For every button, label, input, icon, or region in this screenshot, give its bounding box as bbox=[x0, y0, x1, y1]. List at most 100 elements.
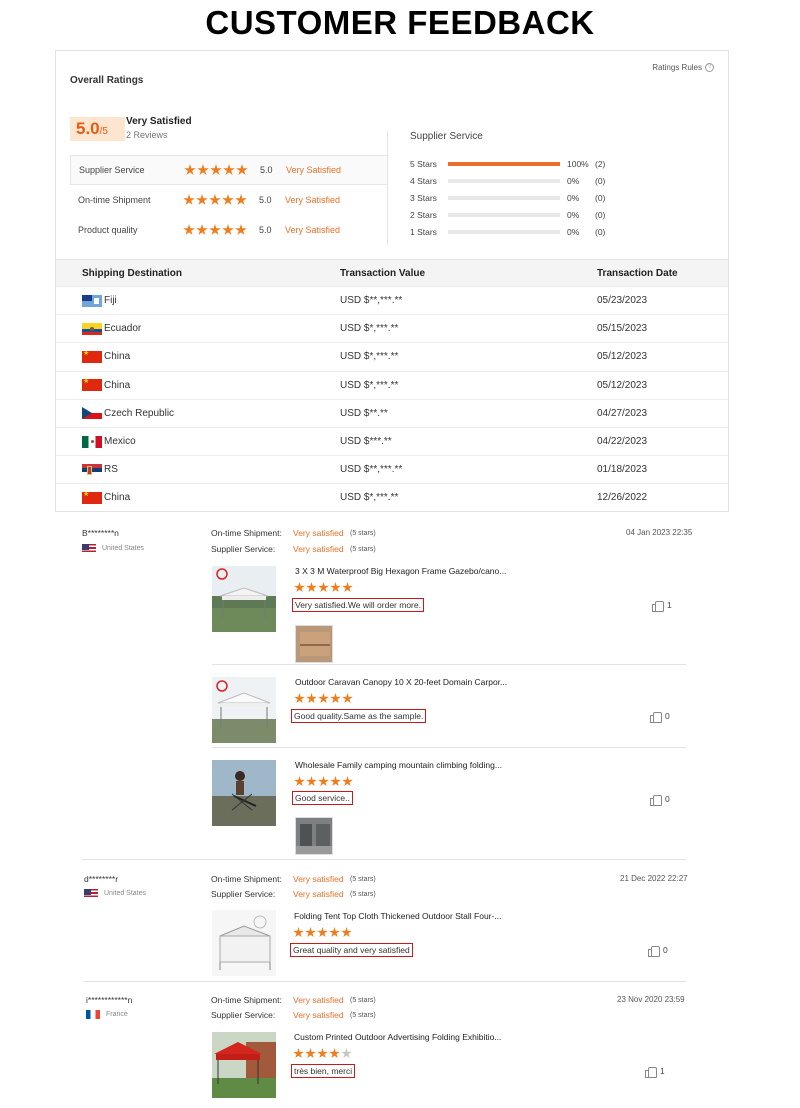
review-photo-image bbox=[296, 626, 332, 662]
product-title[interactable]: Outdoor Caravan Canopy 10 X 20-feet Doma… bbox=[295, 677, 507, 687]
like-button[interactable]: 0 bbox=[650, 794, 670, 806]
thumbs-up-icon bbox=[650, 711, 662, 723]
table-row: China USD $*,***.** 05/12/2023 bbox=[56, 370, 728, 399]
star-icon bbox=[293, 927, 304, 938]
like-button[interactable]: 1 bbox=[645, 1066, 665, 1078]
thumbs-up-icon bbox=[648, 945, 660, 957]
metric-row-product-quality: Product quality 5.0 Very Satisfied bbox=[70, 215, 388, 245]
shipment-stars: (5 stars) bbox=[350, 996, 376, 1004]
review-photo[interactable] bbox=[295, 625, 333, 663]
value-cell: USD $*,***.** bbox=[340, 492, 399, 504]
table-row: Fiji USD $**,***.** 05/23/2023 bbox=[56, 286, 728, 314]
like-button[interactable]: 0 bbox=[650, 711, 670, 723]
star-icon bbox=[196, 194, 208, 205]
product-title[interactable]: Wholesale Family camping mountain climbi… bbox=[295, 760, 502, 770]
star-icon bbox=[294, 582, 305, 593]
metric-label: Product quality bbox=[78, 225, 138, 235]
red-tent-image bbox=[212, 1032, 276, 1098]
ratings-rules-link[interactable]: Ratings Rules ? bbox=[652, 63, 714, 72]
star-icon bbox=[223, 164, 235, 175]
product-thumbnail[interactable] bbox=[212, 910, 276, 976]
overall-score-denominator: /5 bbox=[99, 126, 108, 137]
product-title[interactable]: 3 X 3 M Waterproof Big Hexagon Frame Gaz… bbox=[295, 566, 506, 576]
star-icon bbox=[341, 927, 352, 938]
reviewer-name: i************n bbox=[86, 995, 133, 1005]
star-icon bbox=[329, 1048, 340, 1059]
review-service-rating: Supplier Service: Very satisfied (5 stars) bbox=[211, 1010, 376, 1020]
like-count: 1 bbox=[667, 600, 672, 610]
destination-cell: Fiji bbox=[104, 295, 117, 307]
value-cell: USD $**,***.** bbox=[340, 295, 403, 307]
star-icon bbox=[235, 224, 247, 235]
dist-percent: 100% bbox=[567, 159, 589, 169]
dist-count: (0) bbox=[595, 193, 606, 203]
reviewer-name: d********r bbox=[84, 874, 119, 884]
star-icon bbox=[305, 1048, 316, 1059]
product-star-rating bbox=[293, 1048, 352, 1059]
review-photo-image bbox=[296, 818, 332, 854]
metric-text: Very Satisfied bbox=[285, 225, 341, 235]
metric-label: On-time Shipment bbox=[78, 195, 151, 205]
review-shipment-rating: On-time Shipment: Very satisfied (5 stars) bbox=[211, 995, 376, 1005]
review-shipment-rating: On-time Shipment: Very satisfied (5 stars) bbox=[211, 874, 376, 884]
overall-satisfaction: Very Satisfied bbox=[126, 116, 192, 127]
reviewer-name: B********n bbox=[82, 528, 119, 538]
value-cell: USD $***.** bbox=[340, 436, 392, 448]
service-stars: (5 stars) bbox=[350, 1011, 376, 1019]
dist-bar bbox=[448, 230, 560, 234]
like-count: 0 bbox=[663, 945, 668, 955]
column-header-date: Transaction Date bbox=[597, 267, 678, 279]
gazebo-image bbox=[212, 566, 276, 632]
flag-us-icon bbox=[84, 889, 98, 898]
question-icon: ? bbox=[705, 63, 714, 72]
like-count: 0 bbox=[665, 711, 670, 721]
column-header-destination: Shipping Destination bbox=[82, 267, 182, 279]
divider bbox=[82, 859, 686, 860]
review-comment: très bien, merci bbox=[291, 1064, 356, 1078]
product-thumbnail[interactable] bbox=[212, 1032, 276, 1098]
star-icon bbox=[183, 224, 195, 235]
star-icon bbox=[209, 224, 221, 235]
divider bbox=[212, 747, 686, 748]
product-thumbnail[interactable] bbox=[212, 566, 276, 632]
metric-value: 5.0 bbox=[260, 165, 273, 175]
dist-percent: 0% bbox=[567, 176, 580, 186]
review-service-rating: Supplier Service: Very satisfied (5 stars) bbox=[211, 544, 376, 554]
reviewer-country: France bbox=[86, 1010, 128, 1019]
star-icon bbox=[236, 164, 248, 175]
destination-cell: Mexico bbox=[104, 436, 136, 448]
review-photo[interactable] bbox=[295, 817, 333, 855]
star-icon bbox=[317, 1048, 328, 1059]
date-cell: 12/26/2022 bbox=[597, 492, 648, 504]
star-icon bbox=[330, 776, 341, 787]
flag-ecuador-icon bbox=[82, 322, 102, 335]
dist-bar-fill bbox=[448, 162, 560, 166]
star-icon bbox=[342, 582, 353, 593]
like-button[interactable]: 1 bbox=[652, 600, 672, 612]
like-button[interactable]: 0 bbox=[648, 945, 668, 957]
metric-label: Supplier Service bbox=[79, 165, 145, 175]
star-icon bbox=[293, 1048, 304, 1059]
product-title[interactable]: Custom Printed Outdoor Advertising Foldi… bbox=[294, 1032, 501, 1042]
value-cell: USD $**.** bbox=[340, 407, 388, 419]
product-title[interactable]: Folding Tent Top Cloth Thickened Outdoor… bbox=[294, 911, 501, 921]
review-shipment-rating: On-time Shipment: Very satisfied (5 stars) bbox=[211, 528, 376, 538]
star-icon bbox=[305, 927, 316, 938]
star-icon bbox=[184, 164, 196, 175]
service-stars: (5 stars) bbox=[350, 545, 376, 553]
overall-score: 5.0 bbox=[76, 119, 100, 138]
shipment-value: Very satisfied bbox=[293, 995, 344, 1005]
star-icon bbox=[342, 693, 353, 704]
product-star-rating bbox=[294, 693, 353, 704]
product-thumbnail[interactable] bbox=[212, 677, 276, 743]
service-value: Very satisfied bbox=[293, 889, 344, 899]
supplier-service-title: Supplier Service bbox=[410, 131, 483, 142]
metric-text: Very Satisfied bbox=[285, 195, 341, 205]
dist-bar bbox=[448, 213, 560, 217]
overall-ratings-label: Overall Ratings bbox=[70, 75, 144, 86]
flag-serbia-icon bbox=[82, 463, 102, 476]
vertical-divider bbox=[387, 131, 388, 245]
product-thumbnail[interactable] bbox=[212, 760, 276, 826]
dist-label: 4 Stars bbox=[410, 176, 437, 186]
date-cell: 01/18/2023 bbox=[597, 464, 648, 476]
